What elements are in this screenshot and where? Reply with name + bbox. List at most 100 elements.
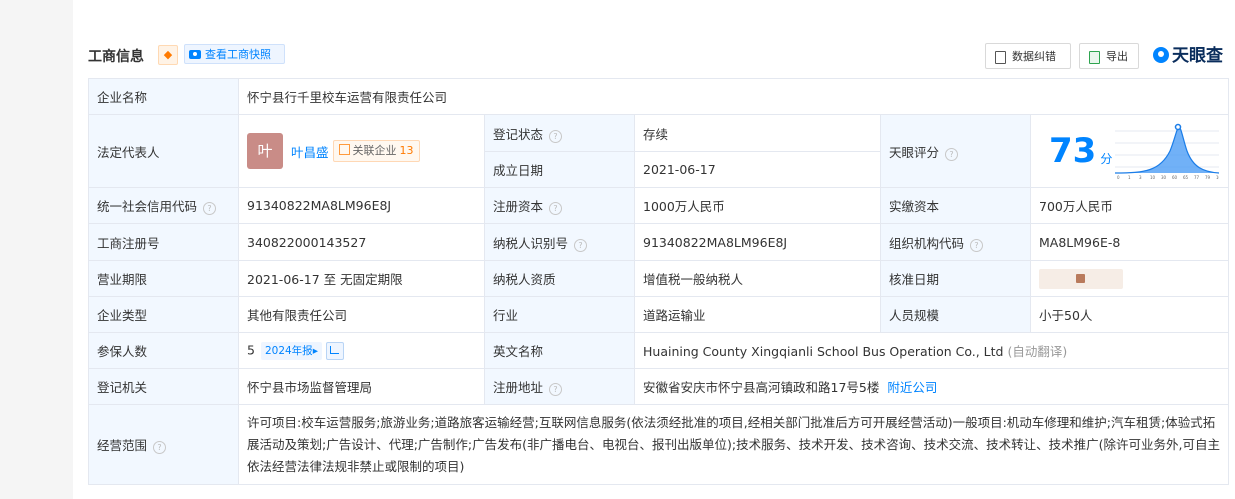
trend-chart-icon[interactable] <box>325 341 344 360</box>
score-tick-label: 3 <box>1139 175 1142 180</box>
en-name: Huaining County Xingqianli School Bus Op… <box>643 344 1004 359</box>
info-table: 企业名称 怀宁县行千里校车运营有限责任公司 法定代表人 叶叶昌盛 关联企业 13 登… <box>88 78 1230 485</box>
score-unit: 分 <box>1100 151 1113 166</box>
staff: 小于50人 <box>1029 296 1230 333</box>
address-label-cell: 注册地址? <box>484 368 635 405</box>
reg-status-label: 登记状态 <box>493 126 544 142</box>
score-tick-label: 10 <box>1150 175 1156 180</box>
reg-status-label-cell: 登记状态? <box>484 114 635 152</box>
staff-label: 人员规模 <box>880 296 1031 333</box>
data-correction-button[interactable]: 数据纠错 <box>985 43 1071 69</box>
approve-date-cell <box>1029 260 1230 297</box>
org-code-label: 组织机构代码 <box>889 235 965 251</box>
company-name: 怀宁县行千里校车运营有限责任公司 <box>237 78 1230 115</box>
address-cell: 安徽省安庆市怀宁县高河镇政和路17号5楼 附近公司 <box>633 368 1230 405</box>
camera-icon <box>189 50 201 59</box>
en-name-label: 英文名称 <box>484 332 635 369</box>
est-date-label: 成立日期 <box>484 151 635 188</box>
bell-icon[interactable]: ◆ <box>158 45 178 65</box>
type: 其他有限责任公司 <box>238 296 485 333</box>
view-snapshot-label: 查看工商快照 <box>205 48 271 61</box>
score-label-cell: 天眼评分? <box>880 114 1031 188</box>
table-row: 营业期限 2021-06-17 至 无固定期限 纳税人资质 增值税一般纳税人 核… <box>88 260 1230 297</box>
help-icon[interactable]: ? <box>203 202 217 215</box>
paid-capital: 700万人民币 <box>1029 187 1230 224</box>
legal-rep-name-link[interactable]: 叶昌盛 <box>291 145 329 160</box>
authority: 怀宁县市场监督管理局 <box>238 368 485 405</box>
credit-code-label-cell: 统一社会信用代码? <box>88 187 239 224</box>
paid-capital-label: 实缴资本 <box>880 187 1031 224</box>
reg-capital: 1000万人民币 <box>634 187 881 224</box>
type-label: 企业类型 <box>88 296 239 333</box>
score-tick-label: 1 <box>1128 175 1131 180</box>
taxpayer-id-label: 纳税人识别号 <box>493 235 569 251</box>
score-tick-label: 0 <box>1117 175 1120 180</box>
scope-label-cell: 经营范围? <box>88 404 239 485</box>
tianyancha-logo: 天眼查 <box>1153 45 1223 67</box>
locked-value[interactable] <box>1039 268 1123 289</box>
company-name-label: 企业名称 <box>88 78 239 115</box>
scope-label: 经营范围 <box>97 438 148 453</box>
table-row: 参保人数 5 2024年报▸ 英文名称 Huaining County Xingq… <box>88 332 1230 369</box>
industry-label: 行业 <box>484 296 635 333</box>
help-icon[interactable]: ? <box>970 238 984 252</box>
org-code: MA8LM96E-8 <box>1029 223 1230 261</box>
nearby-companies-link[interactable]: 附近公司 <box>887 380 937 395</box>
help-icon[interactable]: ? <box>153 441 167 454</box>
score-tick-label: 60 <box>1172 175 1178 180</box>
lock-icon <box>1076 273 1085 283</box>
score-cell[interactable]: 73分 0 1 3 10 30 60 65 77 79 100 <box>1029 114 1230 188</box>
data-correction-label: 数据纠错 <box>1012 50 1056 63</box>
table-row: 企业名称 怀宁县行千里校车运营有限责任公司 <box>88 78 1230 115</box>
table-row: 登记机关 怀宁县市场监督管理局 注册地址? 安徽省安庆市怀宁县高河镇政和路17号… <box>88 368 1230 405</box>
related-companies-badge[interactable]: 关联企业 13 <box>332 140 420 162</box>
avatar[interactable]: 叶 <box>247 133 283 169</box>
score-tick-label: 65 <box>1183 175 1189 180</box>
taxpayer-qual: 增值税一般纳税人 <box>634 260 881 297</box>
score-value: 73 <box>1049 131 1097 171</box>
help-icon[interactable]: ? <box>574 238 588 252</box>
legal-rep-cell: 叶叶昌盛 关联企业 13 <box>238 114 485 188</box>
logo-icon <box>1153 47 1169 63</box>
help-icon[interactable]: ? <box>945 147 959 161</box>
table-row: 企业类型 其他有限责任公司 行业 道路运输业 人员规模 小于50人 <box>88 296 1230 333</box>
term: 2021-06-17 至 无固定期限 <box>238 260 485 297</box>
section-header: 工商信息 ◆ 查看工商快照 数据纠错 导出 天眼查 <box>73 40 1235 72</box>
taxpayer-id-label-cell: 纳税人识别号? <box>484 223 635 261</box>
credit-code: 91340822MA8LM96E8J <box>238 187 485 224</box>
help-icon[interactable]: ? <box>549 383 563 396</box>
help-icon[interactable]: ? <box>549 202 563 215</box>
score-tick-label: 79 <box>1205 175 1211 180</box>
biz-reg-no-label: 工商注册号 <box>88 223 239 261</box>
export-button[interactable]: 导出 <box>1079 43 1139 69</box>
approve-date-label: 核准日期 <box>880 260 1031 297</box>
score-tick-label: 30 <box>1161 175 1167 180</box>
table-row: 经营范围? 许可项目:校车运营服务;旅游业务;道路旅客运输经营;互联网信息服务(… <box>88 404 1230 485</box>
insured-label: 参保人数 <box>88 332 239 369</box>
related-count: 13 <box>399 144 414 157</box>
document-icon <box>995 51 1006 64</box>
help-icon[interactable]: ? <box>549 129 563 143</box>
address: 安徽省安庆市怀宁县高河镇政和路17号5楼 <box>643 380 880 395</box>
insured-cell: 5 2024年报▸ <box>238 332 485 369</box>
address-label: 注册地址 <box>493 380 544 395</box>
section-title: 工商信息 <box>88 49 144 65</box>
company-info-panel: 工商信息 ◆ 查看工商快照 数据纠错 导出 天眼查 企业名称 怀宁县行千里校车运… <box>73 0 1235 499</box>
score-distribution-chart: 0 1 3 10 30 60 65 77 79 100 <box>1115 123 1219 180</box>
score-tick-label: 77 <box>1194 175 1200 180</box>
taxpayer-id: 91340822MA8LM96E8J <box>634 223 881 261</box>
view-snapshot-button[interactable]: 查看工商快照 <box>184 44 285 64</box>
taxpayer-qual-label: 纳税人资质 <box>484 260 635 297</box>
business-scope: 许可项目:校车运营服务;旅游业务;道路旅客运输经营;互联网信息服务(依法须经批准… <box>237 404 1230 485</box>
table-row: 统一社会信用代码? 91340822MA8LM96E8J 注册资本? 1000万… <box>88 187 1230 224</box>
auto-translate-note: (自动翻译) <box>1007 344 1068 359</box>
biz-reg-no: 340822000143527 <box>238 223 485 261</box>
reg-capital-label: 注册资本 <box>493 199 544 214</box>
org-code-label-cell: 组织机构代码? <box>880 223 1031 261</box>
credit-code-label: 统一社会信用代码 <box>97 199 198 214</box>
reg-capital-label-cell: 注册资本? <box>484 187 635 224</box>
excel-icon <box>1089 51 1100 64</box>
export-label: 导出 <box>1106 50 1128 63</box>
est-date: 2021-06-17 <box>634 151 881 188</box>
annual-report-year-select[interactable]: 2024年报▸ <box>260 341 322 360</box>
